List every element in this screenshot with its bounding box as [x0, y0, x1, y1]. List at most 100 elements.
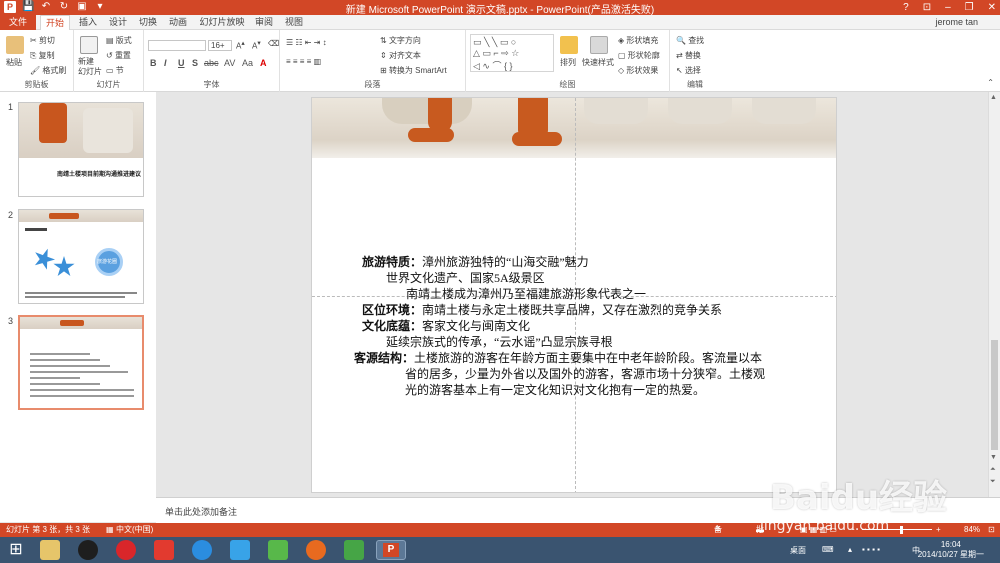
- user-name[interactable]: jerome tan: [935, 15, 978, 30]
- font-group: 16+ A▴ A▾ ⌫ B I U S abc AV Aa A 字体: [144, 30, 280, 92]
- find-button[interactable]: 🔍 查找: [676, 35, 704, 46]
- shape-effects-button[interactable]: ◇ 形状效果: [618, 65, 658, 76]
- language-indicator[interactable]: 中文(中国): [116, 523, 153, 537]
- clipboard-label: 剪贴板: [24, 80, 49, 89]
- smartart-button[interactable]: ⊞ 转换为 SmartArt: [380, 65, 447, 76]
- tab-view[interactable]: 视图: [280, 15, 308, 30]
- system-clock[interactable]: 16:04 2014/10/27 星期一: [918, 540, 984, 560]
- italic-button[interactable]: I: [164, 58, 167, 68]
- format-painter-button[interactable]: 🖌 格式刷: [30, 65, 66, 76]
- spellcheck-icon[interactable]: ▦: [106, 523, 114, 537]
- ribbon-display-options-icon[interactable]: ⊡: [923, 0, 931, 15]
- zoom-slider-handle[interactable]: [900, 526, 903, 534]
- weibo-icon[interactable]: [154, 540, 174, 560]
- recycle-app-icon[interactable]: [344, 540, 364, 560]
- powerpoint-taskbar-button[interactable]: P: [376, 540, 406, 560]
- align-text-button[interactable]: ⇕ 对齐文本: [380, 50, 421, 61]
- music-app-icon[interactable]: [116, 540, 136, 560]
- replace-button[interactable]: ⇄ 替换: [676, 50, 701, 61]
- keyboard-icon[interactable]: ⌨: [822, 545, 834, 554]
- vertical-scrollbar[interactable]: ▲ ▼ ⏶ ⏷: [988, 92, 1000, 497]
- windows-start-icon[interactable]: ⊞: [6, 540, 26, 560]
- grow-font-icon[interactable]: A▴: [236, 39, 245, 51]
- iqiyi-icon[interactable]: [268, 540, 288, 560]
- new-slide-button[interactable]: 新建 幻灯片: [78, 57, 102, 77]
- slide-thumbnail-3[interactable]: [18, 315, 144, 410]
- notes-placeholder[interactable]: 单击此处添加备注: [165, 505, 237, 518]
- strikethrough-button[interactable]: abc: [204, 58, 219, 68]
- desktop-label[interactable]: 桌面: [790, 545, 806, 556]
- shapes-gallery[interactable]: ▭ ╲ ╲ ▭ ○ △ ▭ ⌐ ⇨ ☆ ◁ ∿ ⌒ { }: [470, 34, 554, 72]
- slide-text-box[interactable]: 旅游特质：漳州旅游独特的“山海交融”魅力 世界文化遗产、国家5A级景区 南靖土楼…: [354, 254, 822, 398]
- tab-slideshow[interactable]: 幻灯片放映: [196, 15, 248, 30]
- collapse-ribbon-icon[interactable]: ⌃: [987, 78, 994, 87]
- font-size-input[interactable]: 16+: [208, 40, 232, 51]
- show-hidden-icon[interactable]: ▴: [848, 545, 852, 554]
- arrange-button[interactable]: 排列: [560, 57, 576, 68]
- zoom-level[interactable]: 84%: [964, 523, 980, 537]
- quick-styles-icon[interactable]: [590, 36, 608, 54]
- new-slide-icon[interactable]: [80, 36, 98, 54]
- layout-button[interactable]: ▤ 版式: [106, 35, 132, 46]
- quick-styles-button[interactable]: 快速样式: [582, 57, 614, 68]
- shape-icons[interactable]: ▭ ╲ ╲ ▭ ○ △ ▭ ⌐ ⇨ ☆ ◁ ∿ ⌒ { }: [473, 37, 519, 72]
- tray-icons[interactable]: ▪ ▪ ▪ ▪: [862, 545, 880, 554]
- baidu-cloud-icon[interactable]: [192, 540, 212, 560]
- section-button[interactable]: ▭ 节: [106, 65, 124, 76]
- slide-info: 幻灯片 第 3 张，共 3 张: [6, 525, 91, 534]
- arrange-icon[interactable]: [560, 36, 578, 54]
- paste-button[interactable]: 粘贴: [6, 57, 22, 68]
- bold-button[interactable]: B: [150, 58, 157, 68]
- copy-button[interactable]: ⎘ 复制: [30, 50, 55, 61]
- scroll-down-icon[interactable]: ▼: [990, 454, 997, 461]
- star-shape: [30, 245, 58, 273]
- text-direction-icon: ⇅: [380, 36, 389, 45]
- cut-button[interactable]: ✂ 剪切: [30, 35, 55, 46]
- text-direction-button[interactable]: ⇅ 文字方向: [380, 35, 421, 46]
- text-line: 南靖土楼成为漳州乃至福建旅游形象代表之一: [406, 287, 647, 301]
- minimize-button[interactable]: –: [945, 0, 951, 15]
- ribbon: 粘贴 ✂ 剪切 ⎘ 复制 🖌 格式刷 剪贴板 新建 幻灯片 ▤ 版式 ↺ 重置 …: [0, 30, 1000, 92]
- tab-review[interactable]: 审阅: [250, 15, 278, 30]
- tab-transitions[interactable]: 切换: [134, 15, 162, 30]
- font-color-button[interactable]: A: [260, 58, 267, 68]
- shape-fill-button[interactable]: ◈ 形状填充: [618, 35, 658, 46]
- paste-icon[interactable]: [6, 36, 24, 54]
- firefox-icon[interactable]: [306, 540, 326, 560]
- qq-icon[interactable]: [78, 540, 98, 560]
- bullets-icon[interactable]: ☰ ☷ ⇤ ⇥ ↕: [286, 38, 327, 47]
- slide-thumbnail-1[interactable]: 南靖土楼项目前期沟通推进建议: [18, 102, 144, 197]
- font-name-input[interactable]: [148, 40, 206, 51]
- file-explorer-icon[interactable]: [40, 540, 60, 560]
- thumb-heading: [25, 228, 47, 231]
- close-button[interactable]: ✕: [988, 0, 996, 15]
- select-button[interactable]: ↖ 选择: [676, 65, 701, 76]
- slide-thumbnail-2[interactable]: 旅游花圈: [18, 209, 144, 304]
- underline-button[interactable]: U: [178, 58, 185, 68]
- current-slide[interactable]: 旅游特质：漳州旅游独特的“山海交融”魅力 世界文化遗产、国家5A级景区 南靖土楼…: [311, 97, 837, 493]
- tab-animations[interactable]: 动画: [164, 15, 192, 30]
- tab-insert[interactable]: 插入: [74, 15, 102, 30]
- clear-format-icon[interactable]: ⌫: [268, 39, 279, 48]
- char-spacing-button[interactable]: AV: [224, 58, 235, 68]
- align-icons[interactable]: ≡ ≡ ≡ ≡ ▥: [286, 57, 321, 66]
- brush-icon: 🖌: [30, 66, 43, 75]
- scroll-up-icon[interactable]: ▲: [990, 94, 997, 101]
- tab-design[interactable]: 设计: [104, 15, 132, 30]
- zoom-in-icon[interactable]: +: [936, 523, 941, 537]
- previous-slide-icon[interactable]: ⏶: [990, 466, 996, 474]
- help-button[interactable]: ?: [903, 0, 909, 15]
- change-case-button[interactable]: Aa: [242, 58, 253, 68]
- tab-home[interactable]: 开始: [40, 15, 70, 30]
- tab-file[interactable]: 文件: [0, 15, 36, 30]
- fit-slide-icon[interactable]: ⊡: [988, 523, 995, 537]
- restore-button[interactable]: ❐: [965, 0, 974, 15]
- cloud-app-icon[interactable]: [230, 540, 250, 560]
- shadow-button[interactable]: S: [192, 58, 198, 68]
- reset-button[interactable]: ↺ 重置: [106, 50, 131, 61]
- shape-outline-button[interactable]: ▢ 形状轮廓: [618, 50, 660, 61]
- text-line: 世界文化遗产、国家5A级景区: [386, 271, 545, 285]
- shrink-font-icon[interactable]: A▾: [252, 39, 261, 51]
- next-slide-icon[interactable]: ⏷: [990, 478, 996, 486]
- scroll-thumb[interactable]: [991, 340, 998, 450]
